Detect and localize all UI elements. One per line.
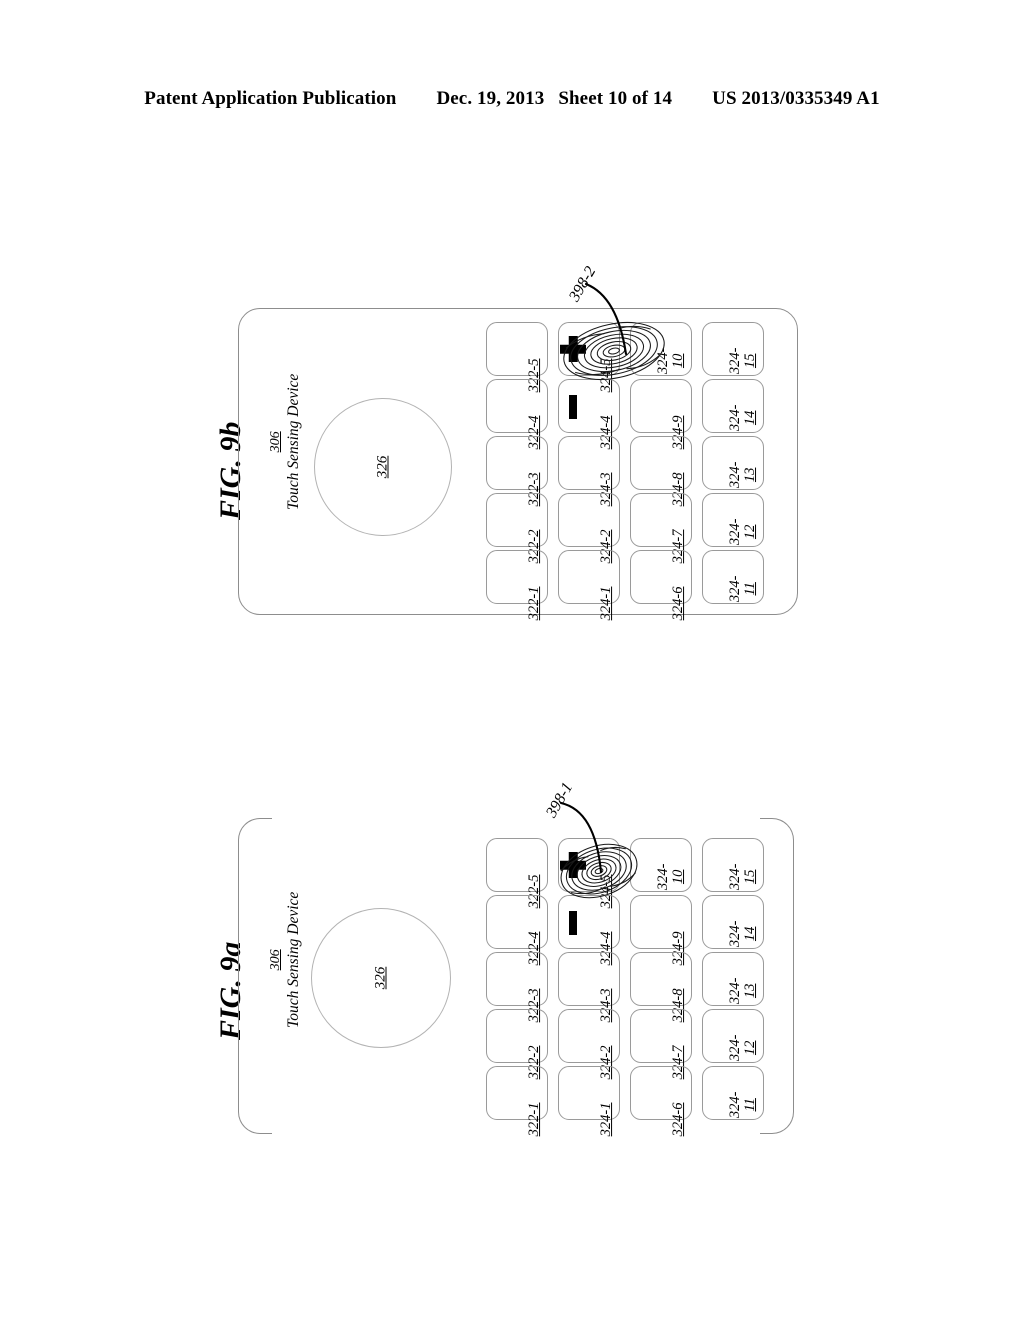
key-label-324-13: 324- 13: [727, 977, 759, 1005]
touch-region-ref-9a: 326: [372, 966, 389, 990]
key-322-5[interactable]: 322-5: [486, 838, 548, 908]
key-324-3[interactable]: 324-3: [558, 952, 620, 1022]
key-label-324-12: 324- 12: [727, 1034, 759, 1062]
device-bracket-left-9a: [238, 818, 272, 1134]
key-label-324-14: 324- 14: [727, 920, 759, 948]
key-322-3[interactable]: 322-3: [486, 952, 548, 1022]
key-label-324-10: 324- 10: [655, 863, 687, 891]
key-label-324-11: 324- 11: [727, 1091, 759, 1119]
device-label-9a: 306 Touch Sensing Device: [268, 892, 303, 1028]
key-324-7[interactable]: 324-7: [630, 1009, 692, 1079]
key-label-322-1: 322-1: [526, 1102, 543, 1137]
key-324-4[interactable]: 324-4: [558, 895, 620, 965]
key-grid-9a: 322-5 322-4 322-3 322-2 322-1 324-5 324-…: [486, 838, 776, 1136]
key-324-12[interactable]: 324- 12: [702, 1009, 764, 1063]
key-label-324-6: 324-6: [670, 1102, 687, 1137]
device-name-9a: Touch Sensing Device: [285, 891, 302, 1028]
device-ref-9a: 306: [268, 949, 283, 971]
key-324-14[interactable]: 324- 14: [702, 895, 764, 949]
key-324-13[interactable]: 324- 13: [702, 952, 764, 1006]
key-label-324-15: 324- 15: [727, 863, 759, 891]
key-324-11[interactable]: 324- 11: [702, 1066, 764, 1120]
key-322-4[interactable]: 322-4: [486, 895, 548, 965]
key-label-324-1: 324-1: [598, 1102, 615, 1137]
key-324-8[interactable]: 324-8: [630, 952, 692, 1022]
key-324-1[interactable]: 324-1: [558, 1066, 620, 1136]
key-324-10[interactable]: 324- 10: [630, 838, 692, 892]
figure-9a: FIG. 9a 306 Touch Sensing Device 326 322…: [0, 0, 1024, 1320]
key-324-9[interactable]: 324-9: [630, 895, 692, 965]
key-324-2[interactable]: 324-2: [558, 1009, 620, 1079]
minus-icon-9a: [558, 907, 588, 937]
key-322-2[interactable]: 322-2: [486, 1009, 548, 1079]
callout-leader-9a: [559, 801, 603, 874]
key-322-1[interactable]: 322-1: [486, 1066, 548, 1136]
key-324-15[interactable]: 324- 15: [702, 838, 764, 892]
key-324-6[interactable]: 324-6: [630, 1066, 692, 1136]
